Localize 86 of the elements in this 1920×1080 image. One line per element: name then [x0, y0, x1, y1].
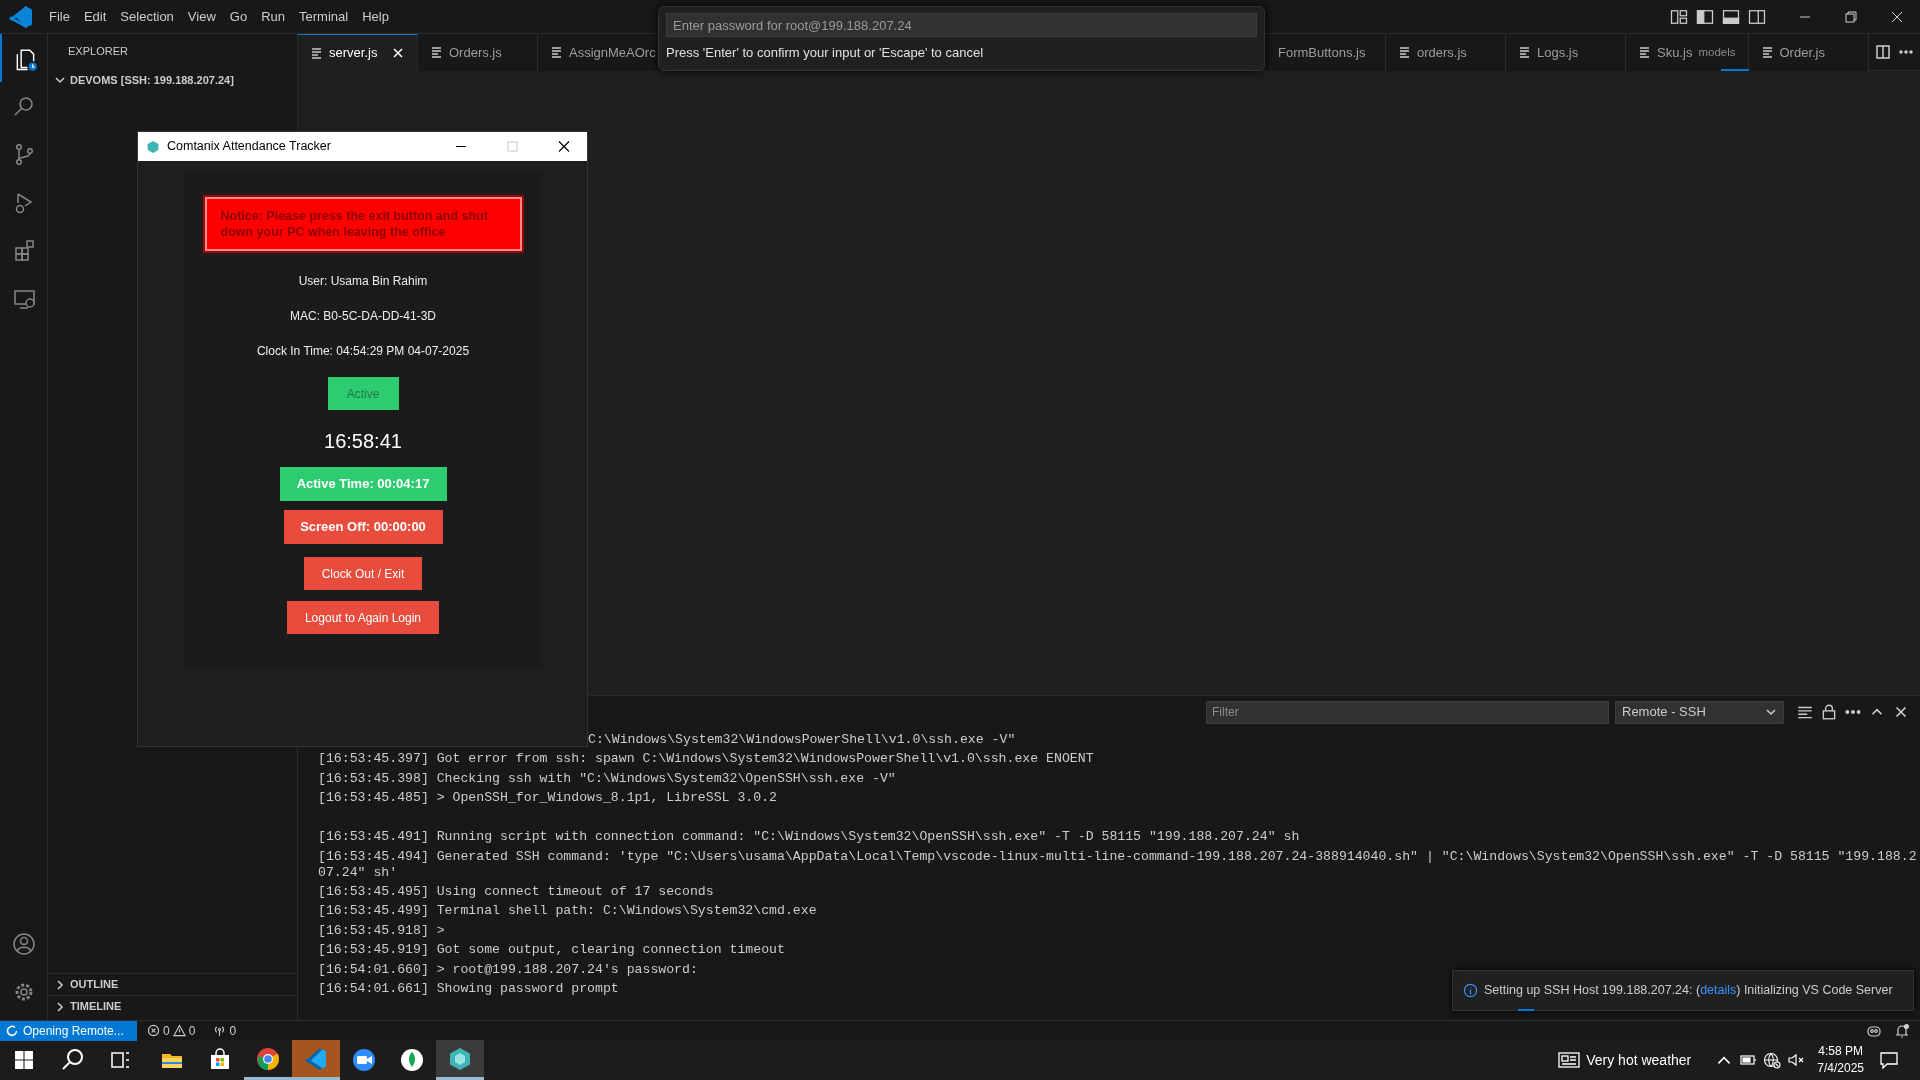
file-lines-icon — [310, 46, 323, 60]
notice-banner: Notice: Please press the exit button and shut down your PC when leaving the office — [204, 197, 522, 251]
chevron-right-icon — [54, 1000, 66, 1013]
remote-status-button[interactable]: Opening Remote... — [0, 1020, 137, 1041]
file-lines-icon — [1518, 46, 1531, 59]
clock-date: 7/4/2025 — [1817, 1060, 1864, 1077]
screen-off-display: Screen Off: 00:00:00 — [283, 510, 443, 544]
chrome-icon — [255, 1045, 281, 1072]
logout-button[interactable]: Logout to Again Login — [286, 601, 440, 634]
vscode-icon — [303, 1045, 329, 1072]
menu-item[interactable]: Help — [355, 6, 396, 27]
log-line: [16:53:45.918] > — [318, 922, 445, 939]
antenna-icon — [213, 1024, 227, 1037]
editor-tab[interactable]: FormButtons.js — [1266, 34, 1386, 71]
video-camera-icon — [351, 1047, 377, 1073]
editor-tab[interactable]: Order.js — [1748, 34, 1869, 71]
taskbar-button[interactable] — [436, 1040, 484, 1080]
file-lines-icon — [1638, 46, 1651, 59]
info-icon — [1463, 983, 1478, 998]
menu-item[interactable]: View — [180, 6, 223, 27]
window-title: Comtanix Attendance Tracker — [167, 138, 331, 156]
menu-item[interactable]: Go — [222, 6, 255, 27]
notification-message: Setting up SSH Host 199.188.207.24: (details) Initializing VS Code Server — [1484, 982, 1893, 1000]
ports-button[interactable]: 0 — [207, 1020, 243, 1041]
log-line: C:\Windows\System32\WindowsPowerShell\v1.0\ssh.exe -V" — [588, 732, 1016, 748]
status-indicator: Active — [327, 377, 399, 410]
hexagon-app-icon — [146, 139, 160, 154]
problems-button[interactable]: 0 0 — [141, 1020, 202, 1041]
muted-speaker-icon[interactable] — [1787, 1051, 1806, 1069]
menu-item[interactable]: File — [42, 6, 77, 27]
file-lines-icon — [1760, 46, 1774, 59]
sidebar-title: EXPLORER — [68, 44, 128, 60]
editor-tab[interactable]: Sku.js models — [1626, 34, 1749, 71]
globe-icon[interactable] — [1763, 1051, 1782, 1069]
log-line: [16:53:45.397] Got error from ssh: spawn C:\Windows\System32\WindowsPowerShell\v1.0\ssh.exe ENOENT — [318, 751, 1094, 768]
log-line: [16:53:45.919] Got some output, clearing connection timeout — [318, 942, 785, 959]
channel-dropdown[interactable]: Remote - SSH — [1615, 700, 1784, 724]
password-field[interactable]: Enter password for root@199.188.207.24 — [666, 13, 1257, 37]
editor-tab[interactable]: Logs.js — [1506, 34, 1626, 71]
section-header[interactable]: TIMELINE — [48, 995, 297, 1017]
mac-label: MAC: B0-5C-DA-DD-41-3D — [290, 308, 436, 325]
hexagon-app-icon — [447, 1045, 473, 1072]
menu-item[interactable]: Run — [254, 6, 292, 27]
progress-indicator — [1518, 1009, 1534, 1011]
file-lines-icon — [1398, 46, 1411, 59]
warning-icon — [172, 1024, 186, 1037]
log-line: [16:53:45.398] Checking ssh with "C:\Windows\System32\OpenSSH\ssh.exe -V" — [318, 770, 896, 787]
chevron-right-icon — [54, 978, 66, 991]
filter-field[interactable]: Filter — [1206, 700, 1609, 724]
log-line: [16:53:45.499] Terminal shell path: C:\Windows\System32\cmd.exe — [318, 903, 817, 920]
clock-display: 16:58:41 — [324, 429, 402, 454]
active-time-display: Active Time: 00:04:17 — [279, 467, 447, 501]
log-line: [16:53:45.495] Using connect timeout of 17 seconds — [318, 884, 714, 900]
log-line: [16:53:45.494] Generated SSH command: 'type "C:\Users\usama\AppData\Local\Temp\vscode-linux-multi-line-command-199.188.207.24-388914040.sh" | "C:\Windows\System32\OpenSSH\ssh.exe" -T -D 58115 "199.188.207.24" sh' — [318, 848, 1918, 881]
leaf-icon — [399, 1047, 425, 1073]
editor-tab[interactable]: server.js — [298, 34, 418, 71]
lock-icon[interactable] — [1820, 703, 1838, 721]
user-label: User: Usama Bin Rahim — [298, 273, 428, 290]
clock-out-button[interactable]: Clock Out / Exit — [303, 557, 423, 590]
menu-item[interactable]: Edit — [76, 6, 114, 27]
chevron-down-icon — [1765, 706, 1777, 718]
log-line: [16:53:45.491] Running script with connection command: "C:\Windows\System32\OpenSSH\ssh.exe" -T -D 58115 "199.188.207.24" sh — [318, 829, 1300, 846]
weather-widget[interactable]: Very hot weather — [1551, 1048, 1698, 1072]
split-editor-icon[interactable] — [1875, 44, 1891, 60]
notification-center-icon[interactable] — [1878, 1049, 1900, 1071]
folder-item[interactable]: DEVOMS [SSH: 199.188.207.24] — [48, 69, 297, 91]
spinner-icon — [6, 1024, 18, 1037]
news-icon — [1557, 1051, 1580, 1069]
error-icon — [147, 1024, 160, 1037]
bell-icon[interactable] — [1894, 1022, 1910, 1039]
log-line: [16:53:45.485] > OpenSSH_for_Windows_8.1p1, LibreSSL 3.0.2 — [318, 790, 777, 807]
close-icon[interactable] — [391, 46, 405, 60]
clock-time: 4:58 PM — [1818, 1043, 1863, 1060]
quick-input-message: Press 'Enter' to confirm your input or 'Escape' to cancel — [666, 44, 983, 62]
log-line: [16:54:01.660] > root@199.188.207.24's password: — [318, 961, 698, 978]
file-lines-icon — [430, 46, 443, 59]
menu-item[interactable]: Terminal — [292, 6, 356, 27]
menu-item[interactable]: Selection — [113, 6, 181, 27]
clock-in-label: Clock In Time: 04:54:29 PM 04-07-2025 — [256, 343, 470, 360]
editor-tab[interactable]: Orders.js — [418, 34, 538, 71]
section-header[interactable]: OUTLINE — [48, 973, 297, 995]
file-lines-icon — [550, 46, 563, 59]
details-link[interactable]: details — [1700, 983, 1737, 998]
chevron-down-icon — [54, 74, 66, 86]
log-line: [16:54:01.661] Showing password prompt — [318, 981, 619, 997]
editor-tab[interactable]: orders.js — [1386, 34, 1506, 71]
